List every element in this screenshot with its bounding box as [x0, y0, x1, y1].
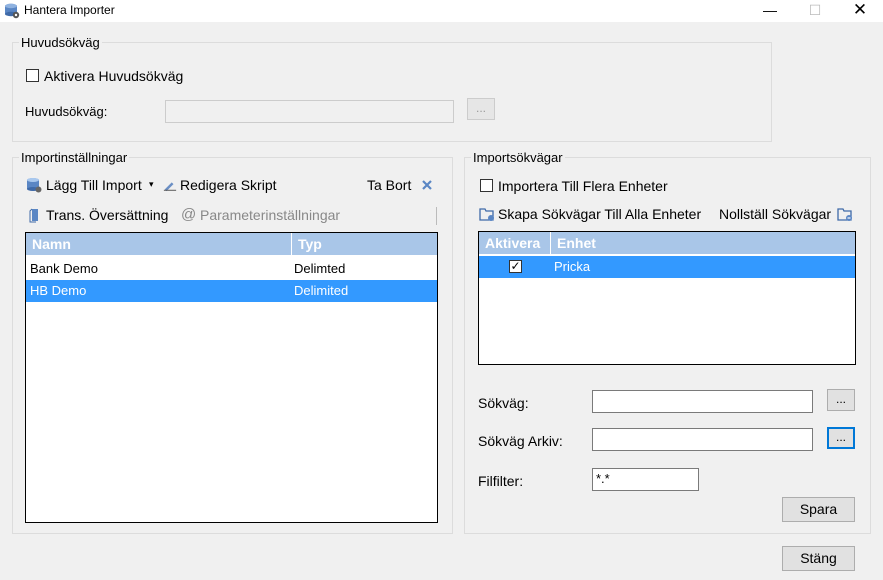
path-input[interactable]	[592, 390, 813, 413]
window-title: Hantera Importer	[24, 3, 115, 17]
folder-reset-icon[interactable]	[837, 206, 853, 222]
main-path-browse-button[interactable]: ...	[467, 98, 495, 120]
minimize-button[interactable]: —	[747, 0, 793, 22]
delete-x-icon[interactable]	[421, 179, 433, 191]
parameter-settings-button[interactable]: Parameterinställningar	[200, 207, 340, 223]
table-row[interactable]: Bank Demo Delimted	[26, 258, 437, 280]
path-browse-button[interactable]: ...	[827, 389, 855, 411]
edit-script-icon	[163, 182, 177, 192]
path-label: Sökväg:	[478, 395, 529, 411]
main-path-group: Huvudsökväg	[12, 35, 772, 142]
import-settings-legend: Importinställningar	[21, 150, 128, 165]
row-active-checkbox[interactable]: ✓	[509, 260, 522, 273]
column-header-active[interactable]: Aktivera	[479, 232, 551, 254]
file-filter-label: Filfilter:	[478, 473, 524, 489]
archive-path-label: Sökväg Arkiv:	[478, 433, 563, 449]
at-sign-icon: @	[181, 206, 197, 223]
row-type-cell: Delimted	[294, 261, 346, 276]
translation-icon	[29, 208, 38, 223]
row-name-cell: HB Demo	[30, 283, 87, 298]
main-path-legend: Huvudsökväg	[21, 35, 100, 50]
save-button[interactable]: Spara	[782, 497, 855, 522]
close-window-button[interactable]: ✕	[837, 0, 883, 22]
add-import-button[interactable]: Lägg Till Import	[46, 177, 142, 193]
column-header-name[interactable]: Namn	[26, 233, 292, 255]
table-row[interactable]: ✓ Pricka	[479, 256, 855, 278]
row-type-cell: Delimited	[294, 283, 349, 298]
create-paths-button[interactable]: Skapa Sökvägar Till Alla Enheter	[498, 206, 701, 222]
unit-grid-header: Aktivera Enhet	[479, 232, 855, 254]
main-path-input[interactable]	[165, 100, 454, 123]
add-import-dropdown-icon[interactable]: ▾	[149, 179, 154, 190]
close-button[interactable]: Stäng	[782, 546, 855, 571]
translation-button[interactable]: Trans. Översättning	[46, 207, 168, 223]
folder-add-icon	[479, 208, 494, 221]
archive-path-input[interactable]	[592, 428, 813, 451]
multi-units-label[interactable]: Importera Till Flera Enheter	[498, 178, 668, 194]
multi-units-checkbox[interactable]	[480, 179, 493, 192]
file-filter-input[interactable]: *.*	[592, 468, 699, 491]
table-row[interactable]: HB Demo Delimited	[26, 280, 437, 302]
toolbar-separator	[436, 207, 437, 225]
import-grid-header: Namn Typ	[26, 233, 437, 255]
title-bar: Hantera Importer — ☐ ✕	[0, 0, 883, 22]
delete-button[interactable]: Ta Bort	[367, 177, 411, 193]
archive-browse-button[interactable]: ...	[827, 427, 855, 449]
row-unit-cell: Pricka	[554, 259, 591, 274]
import-paths-legend: Importsökvägar	[473, 150, 563, 165]
column-header-type[interactable]: Typ	[292, 233, 437, 255]
database-add-icon	[27, 178, 42, 193]
row-name-cell: Bank Demo	[30, 261, 98, 276]
enable-main-path-label[interactable]: Aktivera Huvudsökväg	[44, 68, 183, 84]
column-header-unit[interactable]: Enhet	[551, 232, 855, 254]
maximize-button[interactable]: ☐	[792, 0, 838, 22]
enable-main-path-checkbox[interactable]	[26, 69, 39, 82]
edit-script-button[interactable]: Redigera Skript	[180, 177, 277, 193]
reset-paths-button[interactable]: Nollställ Sökvägar	[719, 206, 831, 222]
database-gear-icon	[5, 3, 20, 19]
main-path-label: Huvudsökväg:	[25, 104, 108, 119]
import-grid[interactable]: Namn Typ Bank Demo Delimted HB Demo Deli…	[25, 232, 438, 523]
unit-grid[interactable]: Aktivera Enhet ✓ Pricka	[478, 231, 856, 365]
